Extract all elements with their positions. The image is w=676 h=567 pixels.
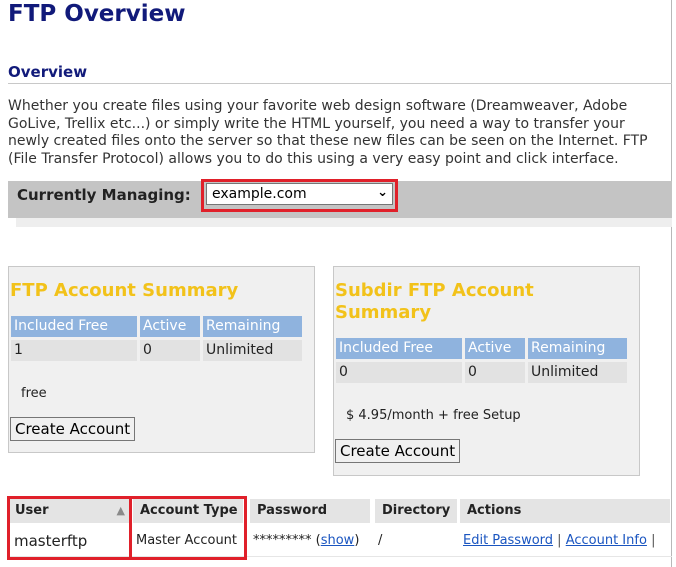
column-header-actions: Actions — [460, 499, 670, 523]
subdir-summary-included-free-value: 0 — [336, 362, 462, 383]
account-password-masked: ********* — [253, 533, 312, 548]
ftp-summary-price-note: free — [21, 386, 47, 401]
subdir-summary-header-included-free: Included Free — [336, 338, 462, 359]
subdir-summary-remaining-value: Unlimited — [528, 362, 627, 383]
ftp-summary-remaining-value: Unlimited — [203, 340, 302, 361]
subdir-ftp-account-summary-title: Subdir FTP Account Summary — [335, 280, 534, 323]
ftp-summary-included-free-value: 1 — [11, 340, 137, 361]
ftp-summary-header-active: Active — [140, 316, 200, 337]
subdir-summary-header-active: Active — [465, 338, 525, 359]
ftp-summary-header-included-free: Included Free — [11, 316, 137, 337]
account-password-cell: ********* (show) — [253, 533, 360, 548]
subdir-summary-active-value: 0 — [465, 362, 525, 383]
actions-trailing-separator: | — [651, 533, 656, 548]
ftp-summary-active-value: 0 — [140, 340, 200, 361]
subdir-summary-header-remaining: Remaining — [528, 338, 627, 359]
ftp-summary-header-remaining: Remaining — [203, 316, 302, 337]
currently-managing-label: Currently Managing: — [17, 186, 191, 204]
column-header-directory: Directory — [375, 499, 457, 523]
subdir-summary-price-note: $ 4.95/month + free Setup — [346, 408, 521, 423]
highlight-box-user-account-type — [7, 496, 247, 560]
ftp-account-summary-title: FTP Account Summary — [10, 280, 239, 301]
actions-separator: | — [557, 533, 566, 548]
create-subdir-ftp-account-button[interactable]: Create Account — [335, 439, 461, 463]
show-password-link[interactable]: show — [321, 533, 355, 548]
account-info-link[interactable]: Account Info — [566, 533, 647, 548]
overview-intro-text: Whether you create files using your favo… — [8, 98, 648, 167]
edit-password-link[interactable]: Edit Password — [463, 533, 553, 548]
overview-divider — [8, 83, 672, 84]
managing-bar-shadow — [16, 218, 672, 227]
account-directory: / — [378, 533, 383, 548]
highlight-box-divider — [129, 499, 132, 557]
highlight-box-domain-select — [201, 179, 398, 212]
account-actions: Edit Password | Account Info | — [463, 533, 655, 548]
overview-heading: Overview — [8, 63, 88, 81]
page-right-border — [671, 0, 672, 567]
column-header-password: Password — [250, 499, 370, 523]
page-title: FTP Overview — [8, 1, 186, 27]
create-ftp-account-button[interactable]: Create Account — [10, 417, 136, 441]
